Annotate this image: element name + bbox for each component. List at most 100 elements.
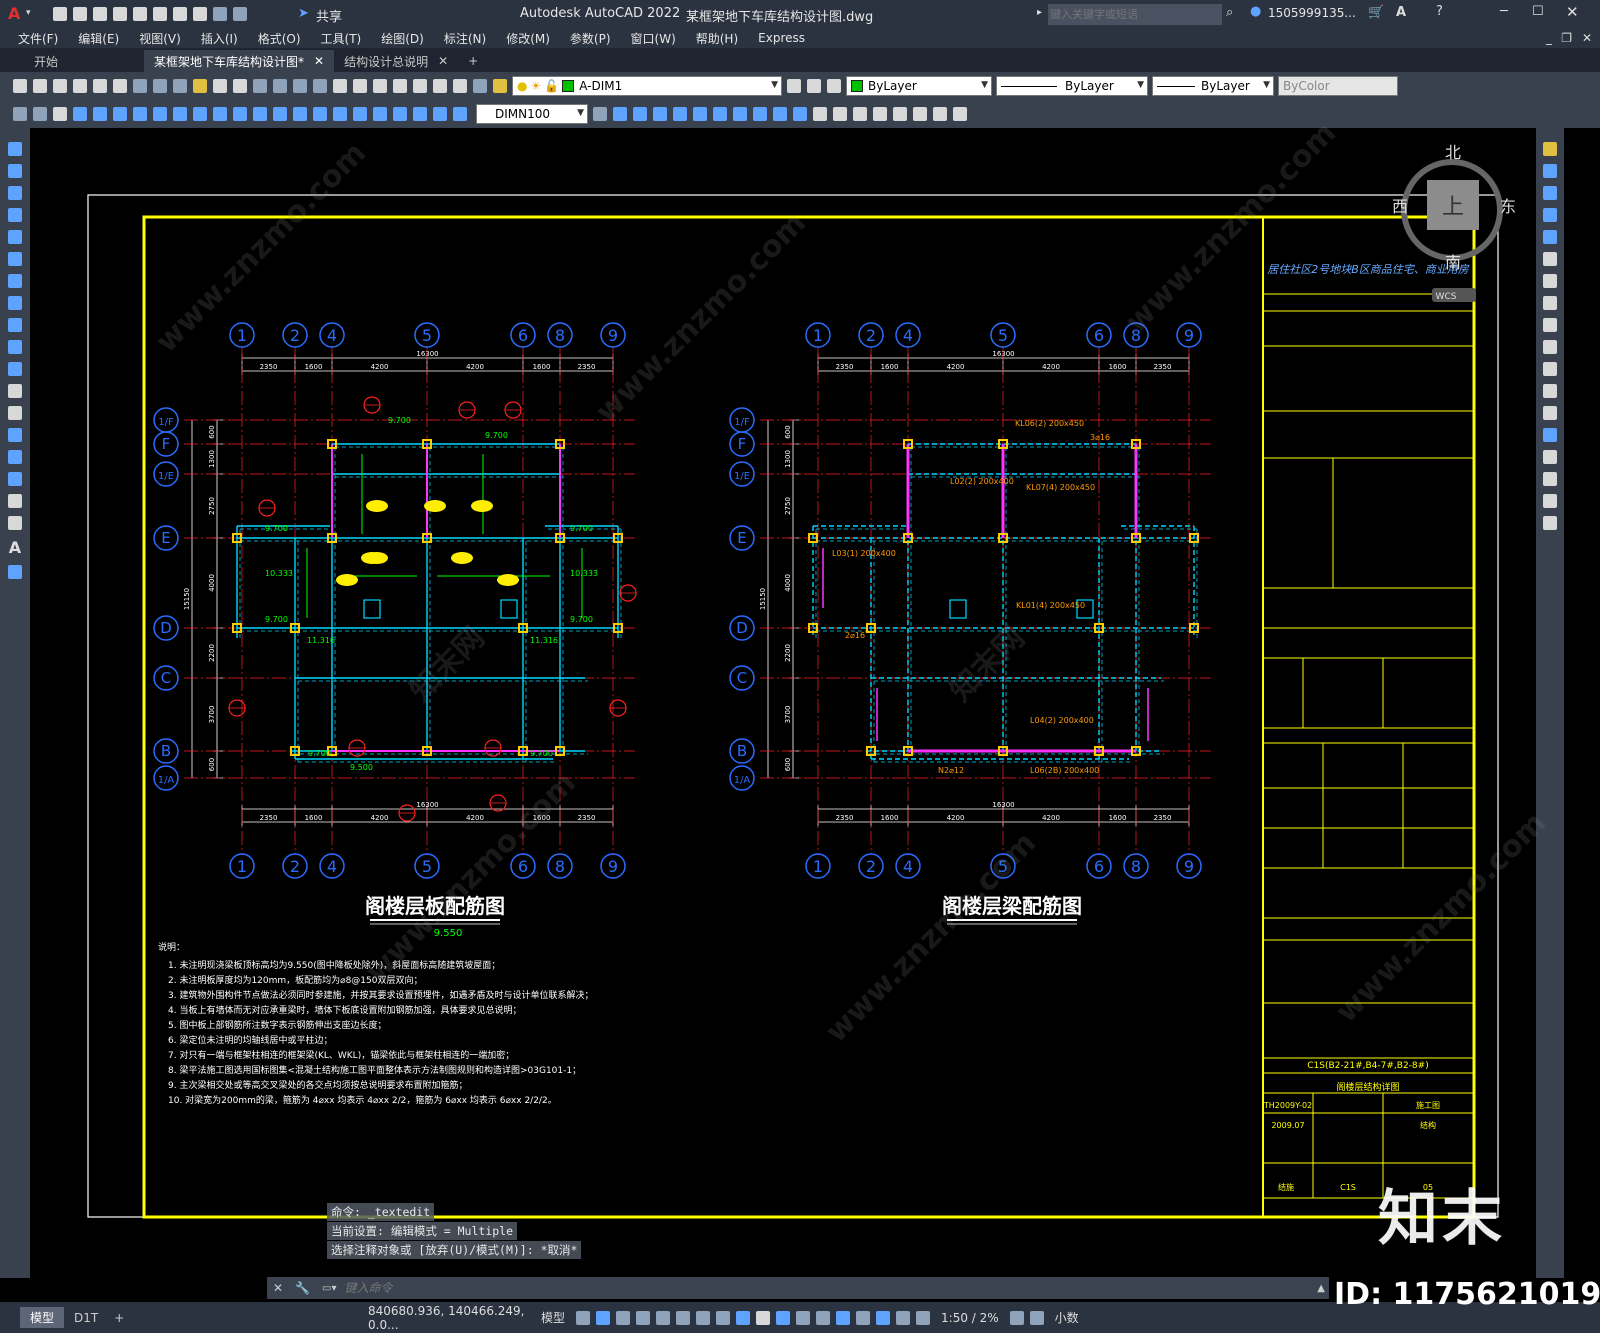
open-icon[interactable] — [33, 79, 47, 93]
save-icon[interactable] — [93, 7, 107, 21]
ortho-icon[interactable] — [656, 1310, 671, 1325]
polyline-icon[interactable] — [8, 186, 22, 200]
annotation-visibility-icon[interactable] — [896, 1310, 911, 1325]
annotation-monitor-icon[interactable] — [1029, 1310, 1044, 1325]
menu-modify[interactable]: 修改(M) — [496, 30, 560, 47]
units-dropdown[interactable]: 小数 — [1055, 1309, 1079, 1326]
layer-dropdown[interactable]: ● ☀ 🔓 A-DIM1 ▼ — [512, 76, 782, 96]
tool-a-icon[interactable] — [13, 107, 27, 121]
dim-jogged-icon[interactable] — [173, 107, 187, 121]
lineweight-icon[interactable] — [756, 1310, 771, 1325]
color-dropdown[interactable]: ByLayer ▼ — [846, 76, 992, 96]
undo-icon[interactable] — [193, 7, 207, 21]
grid-icon[interactable] — [576, 1310, 591, 1325]
save-icon[interactable] — [53, 79, 67, 93]
trim-icon[interactable] — [1543, 340, 1557, 354]
tool-u-icon[interactable] — [953, 107, 967, 121]
gizmo-icon[interactable] — [876, 1310, 891, 1325]
dim-text-edit-icon[interactable] — [433, 107, 447, 121]
markup-icon[interactable] — [413, 79, 427, 93]
tool-d-icon[interactable] — [613, 107, 627, 121]
dim-diameter-icon[interactable] — [193, 107, 207, 121]
menu-help[interactable]: 帮助(H) — [686, 30, 748, 47]
join-icon[interactable] — [1543, 428, 1557, 442]
properties-icon[interactable] — [333, 79, 347, 93]
dimstyle-manager-icon[interactable] — [593, 107, 607, 121]
transparency-icon[interactable] — [776, 1310, 791, 1325]
explode-icon[interactable] — [1543, 516, 1557, 530]
menu-edit[interactable]: 编辑(E) — [68, 30, 129, 47]
new-icon[interactable] — [53, 7, 67, 21]
tab-structure-drawing[interactable]: 某框架地下车库结构设计图* ✕ — [144, 50, 335, 72]
circle-icon[interactable] — [8, 274, 22, 288]
open-icon[interactable] — [73, 7, 87, 21]
layout-tab-d1t[interactable]: D1T — [64, 1309, 108, 1327]
layer-state-icon[interactable] — [493, 79, 507, 93]
offset-icon[interactable] — [1543, 208, 1557, 222]
sheet-set-icon[interactable] — [393, 79, 407, 93]
layer-match-icon[interactable] — [827, 79, 841, 93]
dim-space-icon[interactable] — [293, 107, 307, 121]
redo-icon[interactable] — [213, 7, 227, 21]
layout-tab-model[interactable]: 模型 — [20, 1307, 65, 1328]
copy-icon[interactable] — [153, 79, 167, 93]
dim-break-icon[interactable] — [313, 107, 327, 121]
plot-icon[interactable] — [73, 79, 87, 93]
dim-baseline-icon[interactable] — [253, 107, 267, 121]
3d-osnap-icon[interactable] — [816, 1310, 831, 1325]
tool-r-icon[interactable] — [893, 107, 907, 121]
plotstyle-dropdown[interactable]: ByColor — [1278, 76, 1398, 96]
make-current-icon[interactable] — [787, 79, 801, 93]
paste-icon[interactable] — [173, 79, 187, 93]
cart-icon[interactable]: 🛒 — [1368, 5, 1384, 20]
blend-icon[interactable] — [1543, 494, 1557, 508]
gradient-icon[interactable] — [8, 472, 22, 486]
layer-previous-icon[interactable] — [807, 79, 821, 93]
command-scroll-icon[interactable]: ▲ — [1317, 1283, 1325, 1294]
menu-file[interactable]: 文件(F) — [8, 30, 68, 47]
tool-f-icon[interactable] — [653, 107, 667, 121]
add-selected-icon[interactable] — [8, 565, 22, 579]
dim-aligned-icon[interactable] — [93, 107, 107, 121]
minimize-icon[interactable]: ─ — [1500, 4, 1508, 19]
make-block-icon[interactable] — [8, 406, 22, 420]
add-layout-icon[interactable]: + — [108, 1309, 130, 1327]
dynamic-ucs-icon[interactable] — [836, 1310, 851, 1325]
insert-block-icon[interactable] — [8, 384, 22, 398]
a360-icon[interactable]: A — [1396, 5, 1406, 20]
dim-edit-icon[interactable] — [413, 107, 427, 121]
dim-linear-icon[interactable] — [73, 107, 87, 121]
center-mark-icon[interactable] — [353, 107, 367, 121]
tool-q-icon[interactable] — [873, 107, 887, 121]
extend-icon[interactable] — [1543, 362, 1557, 376]
search-input[interactable] — [1048, 4, 1222, 25]
tool-l-icon[interactable] — [773, 107, 787, 121]
tool-b-icon[interactable] — [33, 107, 47, 121]
new-tab-button[interactable]: + — [458, 50, 488, 72]
mirror-icon[interactable] — [1543, 186, 1557, 200]
tool-p-icon[interactable] — [853, 107, 867, 121]
saveas-icon[interactable] — [113, 7, 127, 21]
break-at-point-icon[interactable] — [1543, 384, 1557, 398]
dim-arc-icon[interactable] — [113, 107, 127, 121]
ellipse-icon[interactable] — [8, 340, 22, 354]
tool-i-icon[interactable] — [713, 107, 727, 121]
menu-draw[interactable]: 绘图(D) — [371, 30, 434, 47]
plot-preview-icon[interactable] — [93, 79, 107, 93]
tool-c-icon[interactable] — [53, 107, 67, 121]
coordinates[interactable]: 840680.936, 140466.249, 0.0... — [368, 1304, 533, 1332]
plot-icon[interactable] — [173, 7, 187, 21]
region-icon[interactable] — [8, 494, 22, 508]
search-expand-icon[interactable]: ▸ — [1037, 7, 1042, 18]
doc-close-icon[interactable]: ✕ — [1582, 31, 1592, 45]
dim-angular-icon[interactable] — [213, 107, 227, 121]
menu-dimension[interactable]: 标注(N) — [434, 30, 496, 47]
jogged-linear-icon[interactable] — [393, 107, 407, 121]
close-tab-icon[interactable]: ✕ — [438, 54, 448, 68]
menu-format[interactable]: 格式(O) — [248, 30, 311, 47]
tool-o-icon[interactable] — [833, 107, 847, 121]
erase-icon[interactable] — [1543, 142, 1557, 156]
tool-j-icon[interactable] — [733, 107, 747, 121]
publish-icon[interactable] — [113, 79, 127, 93]
tool-s-icon[interactable] — [913, 107, 927, 121]
